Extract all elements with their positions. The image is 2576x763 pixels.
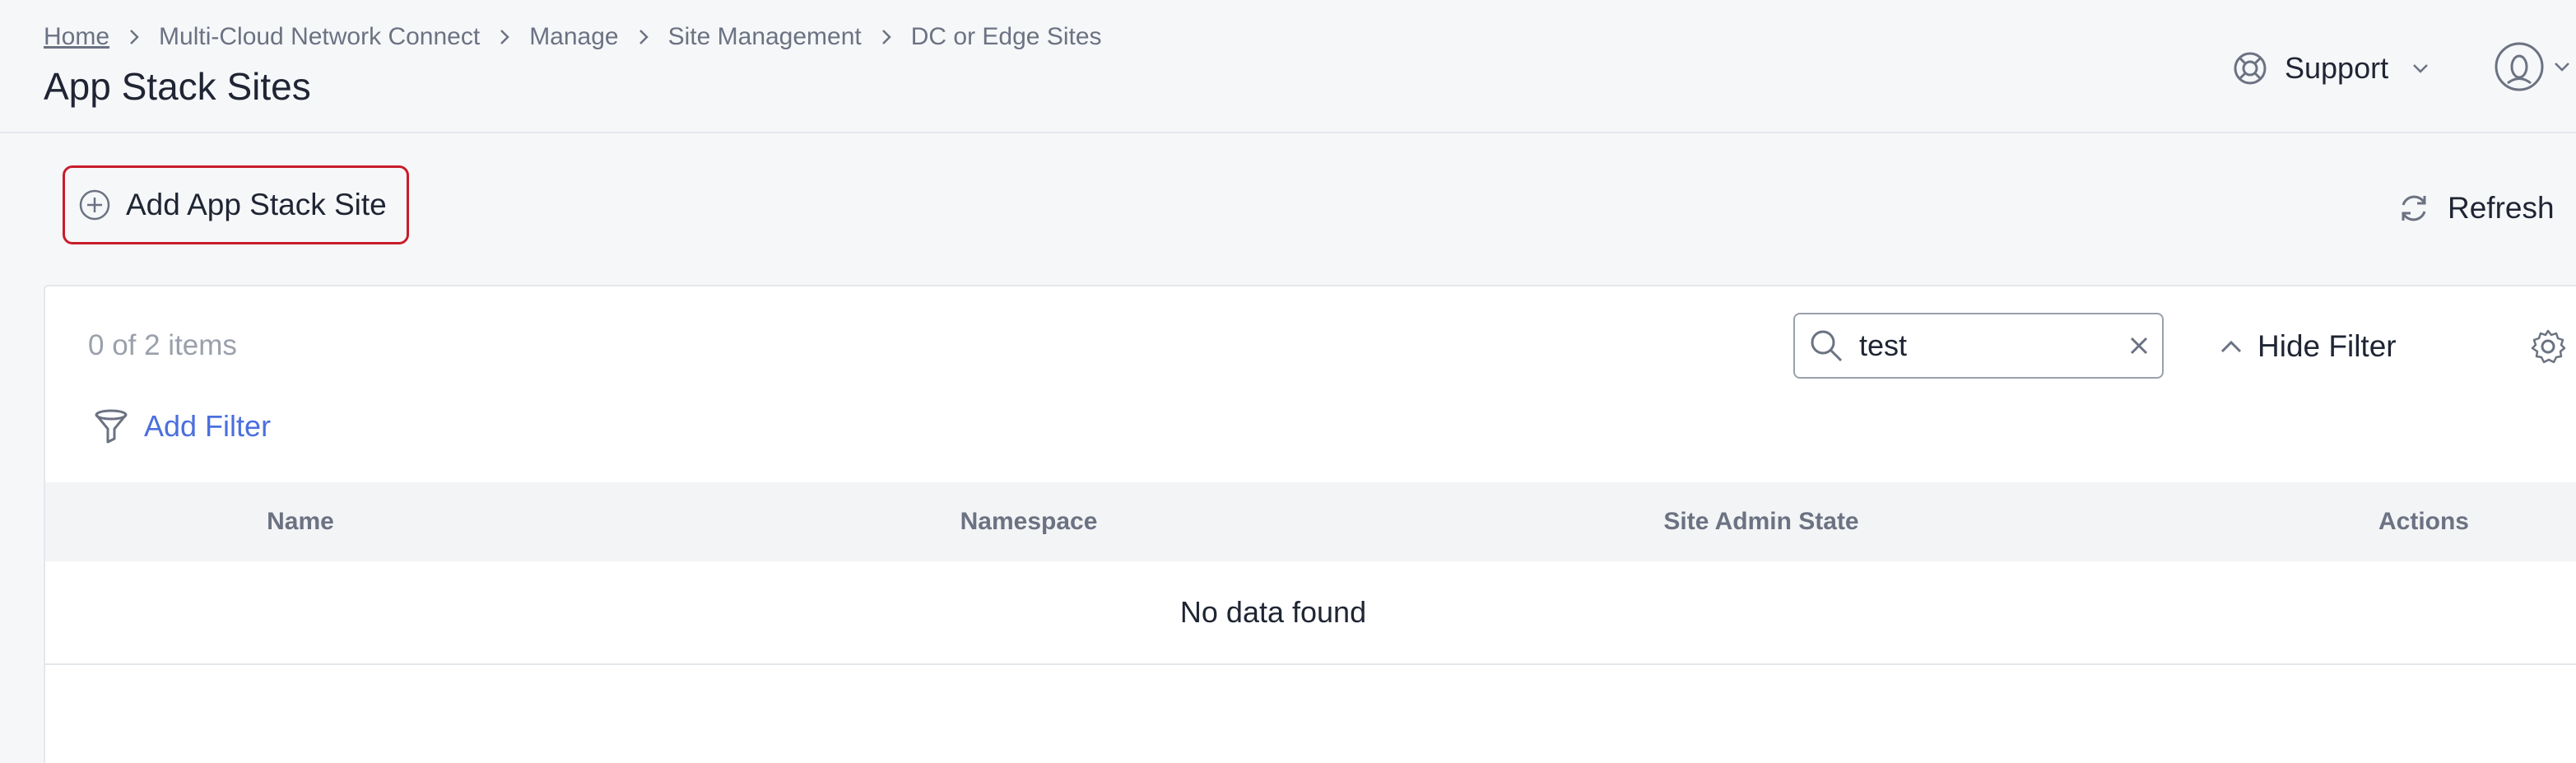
sites-list-panel: 0 of 2 items test Hide Filter Add Filter… — [44, 285, 2576, 763]
add-app-stack-site-button[interactable]: Add App Stack Site — [63, 165, 409, 244]
column-header-site-admin-state[interactable]: Site Admin State — [1597, 482, 1926, 561]
add-filter-button[interactable]: Add Filter — [93, 403, 271, 449]
breadcrumb-home[interactable]: Home — [44, 23, 109, 51]
chevron-right-icon — [480, 28, 529, 46]
refresh-button[interactable]: Refresh — [2397, 186, 2555, 230]
clear-icon[interactable] — [2129, 336, 2149, 356]
breadcrumb-site-management[interactable]: Site Management — [668, 23, 862, 51]
user-avatar-icon — [2494, 41, 2545, 92]
empty-table-row: No data found — [45, 561, 2576, 665]
gear-icon[interactable] — [2529, 328, 2567, 365]
empty-message: No data found — [1179, 595, 1367, 629]
column-header-name[interactable]: Name — [177, 482, 424, 561]
support-menu[interactable]: Support — [2232, 45, 2430, 91]
search-input[interactable]: test — [1793, 313, 2164, 379]
add-filter-label: Add Filter — [144, 409, 272, 443]
chevron-right-icon — [109, 28, 159, 46]
breadcrumb: Home Multi-Cloud Network Connect Manage … — [44, 23, 1102, 51]
plus-circle-icon — [78, 188, 111, 221]
search-icon — [1808, 328, 1844, 364]
filter-funnel-icon — [93, 407, 129, 445]
refresh-label: Refresh — [2448, 191, 2555, 225]
breadcrumb-dc-or-edge-sites[interactable]: DC or Edge Sites — [911, 23, 1102, 51]
user-menu[interactable] — [2494, 40, 2571, 94]
item-count: 0 of 2 items — [88, 329, 237, 361]
table-header: Name Namespace Site Admin State Actions — [45, 482, 2576, 561]
hide-filter-label: Hide Filter — [2257, 329, 2397, 363]
chevron-right-icon — [862, 28, 911, 46]
page-title: App Stack Sites — [44, 65, 311, 108]
support-label: Support — [2285, 51, 2389, 85]
refresh-icon — [2397, 191, 2431, 226]
breadcrumb-manage[interactable]: Manage — [529, 23, 618, 51]
chevron-up-icon — [2220, 339, 2243, 354]
breadcrumb-multi-cloud-network-connect[interactable]: Multi-Cloud Network Connect — [159, 23, 480, 51]
column-header-namespace[interactable]: Namespace — [905, 482, 1152, 561]
search-value: test — [1859, 328, 1908, 362]
chevron-down-icon — [2411, 63, 2430, 74]
page-header: Home Multi-Cloud Network Connect Manage … — [0, 0, 2576, 133]
support-lifebuoy-icon — [2232, 50, 2268, 86]
hide-filter-button[interactable]: Hide Filter — [2220, 324, 2397, 369]
chevron-down-icon — [2553, 61, 2571, 72]
add-app-stack-site-label: Add App Stack Site — [126, 188, 387, 221]
column-header-actions: Actions — [2378, 508, 2469, 535]
chevron-right-icon — [619, 28, 668, 46]
